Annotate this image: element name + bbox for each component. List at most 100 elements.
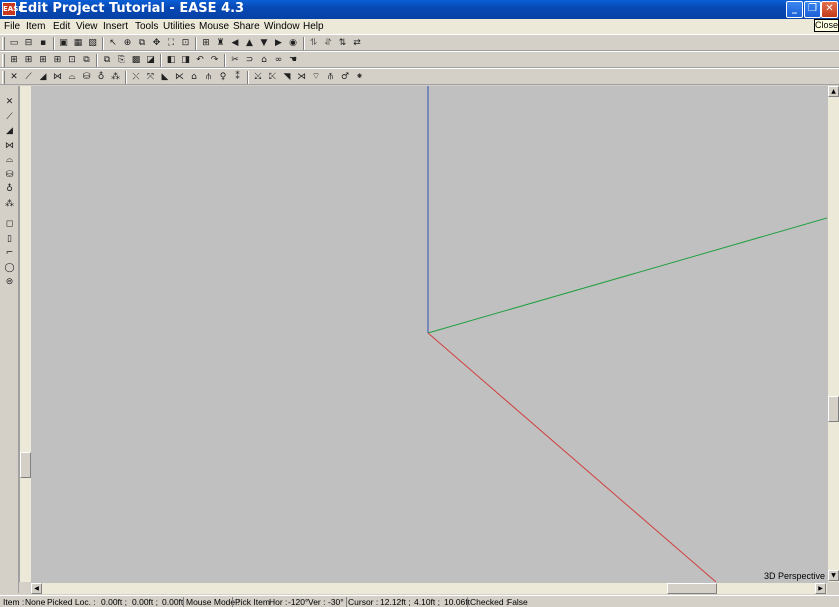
paste-icon[interactable]: ⎘ xyxy=(116,54,128,66)
delete-item-icon[interactable]: ✕ xyxy=(3,96,16,109)
save-icon[interactable]: ▪ xyxy=(37,37,49,49)
view-render-icon[interactable]: ▦ xyxy=(72,37,84,49)
cut-icon[interactable]: ✂ xyxy=(229,54,241,66)
insert-vertex-icon[interactable]: ⟋ xyxy=(3,111,16,124)
delete-icon[interactable]: ✕ xyxy=(8,71,20,83)
binoculars-icon[interactable]: ∞ xyxy=(273,54,285,66)
insert-speaker-icon[interactable]: ⁂ xyxy=(3,198,16,211)
area-icon[interactable]: ⌓ xyxy=(66,71,78,83)
sel-vertex-icon[interactable]: ⤩ xyxy=(252,71,264,83)
insert-light-icon[interactable]: ♁ xyxy=(3,183,16,196)
sel-area-icon[interactable]: ⌔ xyxy=(310,71,322,83)
view-mapping-icon[interactable]: ▧ xyxy=(87,37,99,49)
sel-speaker-icon[interactable]: ⁕ xyxy=(354,71,366,83)
menu-help[interactable]: Help xyxy=(303,20,324,33)
toolbar-grip[interactable] xyxy=(2,54,5,67)
menu-view[interactable]: View xyxy=(76,20,98,33)
arrow-right-icon[interactable]: ▶ xyxy=(273,37,285,49)
menu-tools[interactable]: Tools xyxy=(135,20,158,33)
light-split-icon[interactable]: ♀ xyxy=(217,71,229,83)
arrow-up-icon[interactable]: ▲ xyxy=(244,37,256,49)
face-insert-icon[interactable]: ◢ xyxy=(37,71,49,83)
menu-insert[interactable]: Insert xyxy=(103,20,128,33)
scroll-down-arrow[interactable]: ▼ xyxy=(828,570,839,581)
sel-group-icon[interactable]: ⫚ xyxy=(325,71,337,83)
insert-area-icon[interactable]: ⌓ xyxy=(3,154,16,167)
menu-file[interactable]: File xyxy=(4,20,20,33)
menu-share[interactable]: Share xyxy=(233,20,260,33)
horizontal-scrollbar[interactable]: ◀ ▶ xyxy=(31,582,827,594)
box-icon[interactable]: ◻ xyxy=(3,218,16,231)
layout-2-icon[interactable]: ⊞ xyxy=(23,54,35,66)
left-scrollbar[interactable] xyxy=(19,86,31,582)
sel-face-icon[interactable]: ◥ xyxy=(281,71,293,83)
undo-icon[interactable]: ↶ xyxy=(194,54,206,66)
edge-icon[interactable]: ⋈ xyxy=(52,71,64,83)
layout-3-icon[interactable]: ⊞ xyxy=(37,54,49,66)
sel-light-icon[interactable]: ♂ xyxy=(339,71,351,83)
open-icon[interactable]: ▭ xyxy=(8,37,20,49)
arrow-left-icon[interactable]: ◀ xyxy=(229,37,241,49)
face-flip-icon[interactable]: ◨ xyxy=(180,54,192,66)
arrow-down-icon[interactable]: ▼ xyxy=(258,37,270,49)
light-icon[interactable]: ♁ xyxy=(95,71,107,83)
merge-icon[interactable]: ⫛ xyxy=(203,71,215,83)
horizontal-scrollbar-thumb[interactable] xyxy=(667,583,717,594)
seat-icon[interactable]: ⌂ xyxy=(258,54,270,66)
face-icon[interactable]: ◧ xyxy=(165,54,177,66)
scroll-right-arrow[interactable]: ▶ xyxy=(815,583,826,594)
layout-1-icon[interactable]: ⊞ xyxy=(8,54,20,66)
menu-item[interactable]: Item xyxy=(26,20,45,33)
mirror-z-icon[interactable]: ⇅ xyxy=(337,37,349,49)
mirror-all-icon[interactable]: ⇄ xyxy=(351,37,363,49)
copy-icon[interactable]: ⧉ xyxy=(101,54,113,66)
layout-6-icon[interactable]: ⧉ xyxy=(81,54,93,66)
menu-edit[interactable]: Edit xyxy=(53,20,70,33)
mirror-x-icon[interactable]: ⥮ xyxy=(308,37,320,49)
grid-icon[interactable]: ⊞ xyxy=(200,37,212,49)
menu-mouse[interactable]: Mouse xyxy=(199,20,229,33)
pointer-icon[interactable]: ↖ xyxy=(107,37,119,49)
3d-viewport[interactable]: 3D Perspective xyxy=(31,86,827,582)
pan-icon[interactable]: ✥ xyxy=(151,37,163,49)
rotate-icon[interactable]: ⊕ xyxy=(122,37,134,49)
scroll-up-arrow[interactable]: ▲ xyxy=(828,86,839,97)
menu-utilities[interactable]: Utilities xyxy=(163,20,195,33)
redo-icon[interactable]: ↷ xyxy=(209,54,221,66)
dome-icon[interactable]: ⊜ xyxy=(3,276,16,289)
open-folder-icon[interactable]: ⊟ xyxy=(23,37,35,49)
speaker-split-icon[interactable]: ⁑ xyxy=(232,71,244,83)
edge-split-icon[interactable]: ⋉ xyxy=(174,71,186,83)
seat-insert-icon[interactable]: ⛁ xyxy=(81,71,93,83)
layout-5-icon[interactable]: ⊡ xyxy=(66,54,78,66)
hand-icon[interactable]: ☚ xyxy=(287,54,299,66)
delete-vertex-icon[interactable]: ⤬ xyxy=(130,71,142,83)
insert-face-icon[interactable]: ◢ xyxy=(3,125,16,138)
restore-button[interactable]: ❐ xyxy=(804,1,821,18)
zoom-fit-icon[interactable]: ⊡ xyxy=(180,37,192,49)
check-icon[interactable]: ◪ xyxy=(145,54,157,66)
toolbar-grip[interactable] xyxy=(2,71,5,84)
left-scrollbar-thumb[interactable] xyxy=(20,452,31,478)
stairs-icon[interactable]: ⌐ xyxy=(3,247,16,260)
menu-window[interactable]: Window xyxy=(264,20,300,33)
ease-app-icon[interactable]: EASE xyxy=(2,2,23,16)
picture-icon[interactable]: ▩ xyxy=(130,54,142,66)
split-icon[interactable]: ⤧ xyxy=(145,71,157,83)
layout-4-icon[interactable]: ⊞ xyxy=(52,54,64,66)
scroll-left-arrow[interactable]: ◀ xyxy=(31,583,42,594)
center-icon[interactable]: ◉ xyxy=(287,37,299,49)
cube-icon[interactable]: ▯ xyxy=(3,233,16,246)
mirror-y-icon[interactable]: ⥯ xyxy=(322,37,334,49)
toolbar-grip[interactable] xyxy=(2,37,5,50)
zoom-icon[interactable]: ⧉ xyxy=(136,37,148,49)
minimize-button[interactable]: _ xyxy=(786,1,803,18)
vertical-scrollbar[interactable]: ▲ ▼ xyxy=(827,86,839,582)
vertex-icon[interactable]: ⟋ xyxy=(23,71,35,83)
insert-seat-icon[interactable]: ⛁ xyxy=(3,169,16,182)
join-icon[interactable]: ⊃ xyxy=(244,54,256,66)
view-model-icon[interactable]: ▣ xyxy=(58,37,70,49)
sel-seat-icon[interactable]: ⋊ xyxy=(296,71,308,83)
sel-edge-icon[interactable]: ⤪ xyxy=(267,71,279,83)
seat-split-icon[interactable]: ⌂ xyxy=(188,71,200,83)
